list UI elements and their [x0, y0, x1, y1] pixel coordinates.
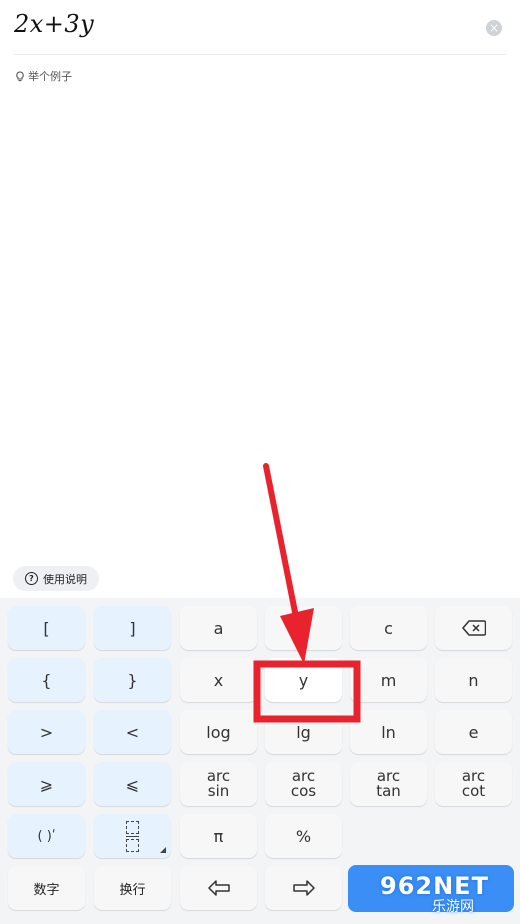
key-brace-open[interactable]: {: [8, 658, 85, 702]
key-bracket-close[interactable]: ]: [94, 606, 171, 650]
key-e[interactable]: e: [435, 710, 512, 754]
key-arccos[interactable]: arc cos: [265, 762, 342, 806]
backspace-key[interactable]: [435, 606, 512, 650]
digits-key[interactable]: 数字: [8, 866, 85, 910]
key-less-than[interactable]: <: [94, 710, 171, 754]
key-brace-close[interactable]: }: [94, 658, 171, 702]
key-a[interactable]: a: [180, 606, 257, 650]
example-link[interactable]: 举个例子: [15, 68, 72, 84]
key-x[interactable]: x: [180, 658, 257, 702]
key-ln[interactable]: ln: [350, 710, 427, 754]
expression-input[interactable]: 2x+3y: [14, 10, 94, 38]
key-arcsin[interactable]: arc sin: [180, 762, 257, 806]
fraction-icon: [126, 820, 139, 852]
divider: [14, 54, 506, 55]
key-bracket-open[interactable]: [: [8, 606, 85, 650]
fraction-key[interactable]: [94, 814, 171, 858]
key-percent[interactable]: %: [265, 814, 342, 858]
right-arrow-key[interactable]: [265, 866, 342, 910]
arcsin-line2: sin: [207, 782, 230, 800]
key-less-equal[interactable]: ⩽: [94, 762, 171, 806]
key-n[interactable]: n: [435, 658, 512, 702]
arctan-line2: tan: [376, 782, 401, 800]
help-button[interactable]: ? 使用说明: [13, 566, 99, 591]
clear-icon[interactable]: ×: [486, 20, 502, 36]
key-lg[interactable]: lg: [265, 710, 342, 754]
lightbulb-icon: [16, 70, 24, 81]
left-arrow-icon: [207, 880, 230, 896]
backspace-icon: [461, 620, 486, 636]
right-arrow-icon: [292, 880, 315, 896]
arccos-line2: cos: [290, 782, 317, 800]
key-greater-equal[interactable]: ⩾: [8, 762, 85, 806]
help-label: 使用说明: [43, 572, 87, 586]
key-greater-than[interactable]: >: [8, 710, 85, 754]
watermark: 962NET 乐游网: [380, 872, 516, 918]
arccot-line2: cot: [461, 782, 486, 800]
key-log[interactable]: log: [180, 710, 257, 754]
key-m[interactable]: m: [350, 658, 427, 702]
key-power[interactable]: ( )ʹ: [8, 814, 85, 858]
more-options-corner-icon: [160, 847, 166, 853]
left-arrow-key[interactable]: [180, 866, 257, 910]
key-y[interactable]: y: [265, 658, 342, 702]
key-pi[interactable]: π: [180, 814, 257, 858]
key-b[interactable]: b: [265, 606, 342, 650]
key-c[interactable]: c: [350, 606, 427, 650]
key-arccot[interactable]: arc cot: [435, 762, 512, 806]
expression-row[interactable]: 2x+3y ×: [0, 0, 520, 55]
example-label: 举个例子: [28, 70, 72, 83]
newline-key[interactable]: 换行: [94, 866, 171, 910]
question-circle-icon: ?: [25, 572, 38, 585]
key-arctan[interactable]: arc tan: [350, 762, 427, 806]
